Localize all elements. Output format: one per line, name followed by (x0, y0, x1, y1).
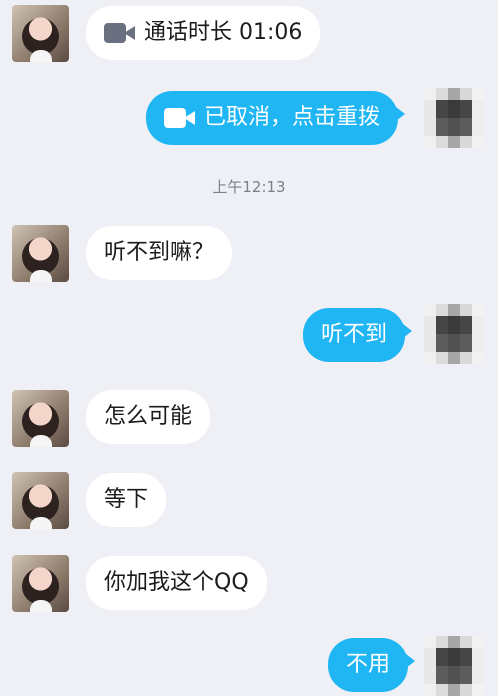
contact-avatar[interactable] (12, 225, 69, 282)
message-bubble-incoming[interactable]: 你加我这个QQ (86, 556, 267, 610)
message-bubble-incoming[interactable]: 怎么可能 (86, 390, 211, 444)
message-timestamp: 上午12:13 (212, 178, 286, 196)
redial-text: 已取消，点击重拨 (204, 105, 381, 130)
message-bubble-incoming[interactable]: 等下 (86, 473, 167, 527)
video-camera-icon (104, 22, 136, 44)
contact-avatar[interactable] (12, 390, 69, 447)
message-text: 听不到嘛？ (104, 240, 215, 265)
message-text: 怎么可能 (104, 404, 193, 429)
my-avatar[interactable] (424, 636, 484, 696)
message-text: 你加我这个QQ (104, 570, 249, 595)
message-text: 听不到 (321, 322, 388, 347)
message-text: 不用 (346, 652, 391, 677)
redial-bubble[interactable]: 已取消，点击重拨 (146, 91, 406, 145)
message-bubble-incoming[interactable]: 听不到嘛？ (86, 226, 233, 280)
call-duration-text: 通话时长 01:06 (144, 20, 303, 45)
contact-avatar[interactable] (12, 5, 69, 62)
chat-thread[interactable]: 通话时长 01:06 已取消，点击重拨 上午12:13 听不到嘛？ 听不到 怎么… (0, 0, 498, 696)
my-avatar[interactable] (424, 88, 484, 148)
my-avatar[interactable] (424, 304, 484, 364)
message-text: 等下 (104, 487, 149, 512)
message-bubble-outgoing[interactable]: 不用 (328, 638, 416, 692)
call-duration-bubble[interactable]: 通话时长 01:06 (86, 6, 321, 60)
contact-avatar[interactable] (12, 472, 69, 529)
contact-avatar[interactable] (12, 555, 69, 612)
video-camera-icon (164, 107, 196, 129)
message-bubble-outgoing[interactable]: 听不到 (303, 308, 413, 362)
